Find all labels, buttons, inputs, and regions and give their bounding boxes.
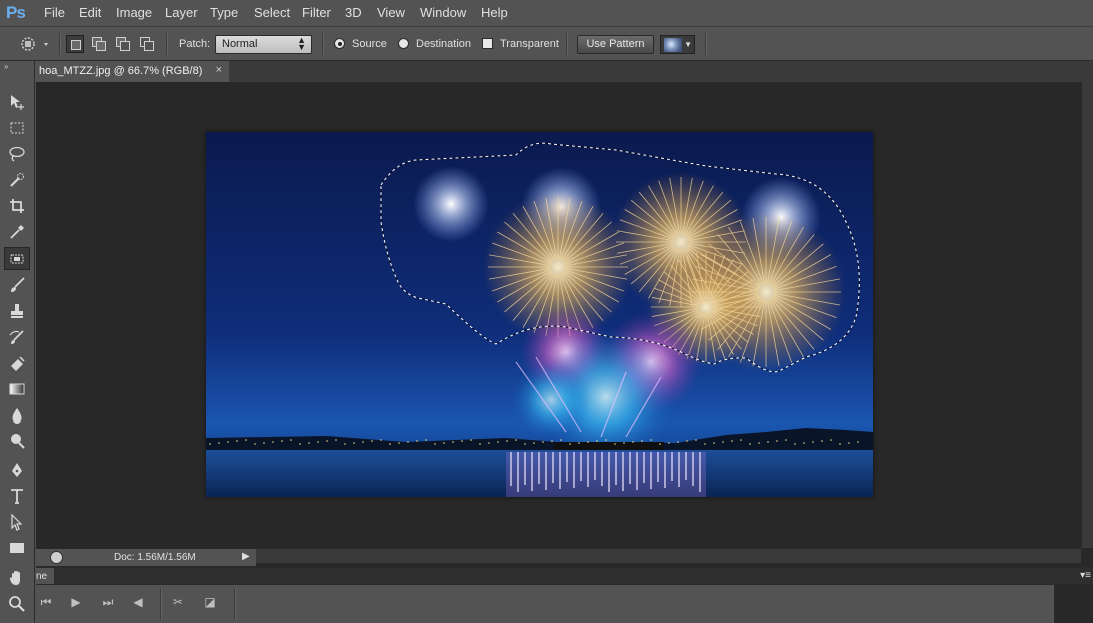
menu-window[interactable]: Window (420, 5, 466, 20)
pattern-thumbnail (664, 38, 682, 52)
destination-label: Destination (416, 38, 472, 50)
close-icon[interactable]: × (216, 64, 222, 76)
crop-tool-icon[interactable] (4, 194, 30, 217)
quick-selection-tool-icon[interactable] (4, 168, 30, 191)
play-icon[interactable]: ▶ (68, 595, 84, 611)
vertical-scrollbar[interactable] (1081, 82, 1093, 548)
subtract-selection-icon-b (120, 41, 130, 51)
horizontal-scrollbar[interactable] (256, 549, 1081, 563)
separator (234, 589, 236, 619)
separator (160, 589, 162, 619)
menu-3d[interactable]: 3D (345, 5, 362, 20)
destination-radio[interactable] (398, 38, 409, 49)
timeline-tab-label[interactable]: ne (36, 571, 47, 582)
menu-bar: Ps File Edit Image Layer Type Select Fil… (0, 0, 1093, 26)
doc-size-readout[interactable]: Doc: 1.56M/1.56M (114, 552, 196, 563)
menu-select[interactable]: Select (254, 5, 290, 20)
tools-panel: » (0, 61, 35, 623)
source-radio[interactable] (334, 38, 345, 49)
options-bar: Patch: Normal ▲ ▼ Source Destination Tran… (0, 26, 1093, 61)
stepper-arrows-icon: ▲ ▼ (297, 35, 306, 52)
separator (322, 33, 324, 55)
timeline-panel-header: ne ▾≡ (36, 567, 1093, 585)
timeline-track-area[interactable] (1054, 585, 1093, 623)
pattern-picker[interactable]: ▼ (660, 35, 695, 54)
menu-edit[interactable]: Edit (79, 5, 101, 20)
status-bar: Doc: 1.56M/1.56M ▶ (36, 549, 256, 566)
move-tool-icon[interactable] (4, 90, 30, 113)
separator (59, 33, 61, 55)
transparent-checkbox[interactable] (482, 38, 493, 49)
clone-stamp-tool-icon[interactable] (4, 299, 30, 322)
menu-file[interactable]: File (44, 5, 65, 20)
separator (705, 33, 707, 55)
timer-icon[interactable] (50, 551, 63, 564)
menu-image[interactable]: Image (116, 5, 152, 20)
menu-help[interactable]: Help (481, 5, 508, 20)
add-selection-icon-b (96, 41, 106, 51)
zoom-tool-icon[interactable] (4, 592, 30, 615)
document-tab-title: hoa_MTZZ.jpg @ 66.7% (RGB/8) (39, 65, 203, 77)
history-brush-tool-icon[interactable] (4, 325, 30, 348)
source-label: Source (352, 38, 387, 50)
transition-icon[interactable]: ◪ (202, 595, 218, 611)
menu-filter[interactable]: Filter (302, 5, 331, 20)
rectangle-tool-icon[interactable] (4, 536, 30, 559)
separator (166, 33, 168, 55)
eraser-tool-icon[interactable] (4, 351, 30, 374)
app-logo: Ps (6, 3, 26, 22)
hand-tool-icon[interactable] (4, 566, 30, 589)
timeline-panel: ⏮ ▶ ⏭ ◀ ✂ ◪ (36, 585, 1093, 623)
pen-tool-icon[interactable] (4, 458, 30, 481)
document-tab[interactable]: hoa_MTZZ.jpg @ 66.7% (RGB/8) × (36, 61, 230, 82)
add-to-selection-button[interactable] (90, 35, 108, 53)
dodge-tool-icon[interactable] (4, 429, 30, 452)
timeline-header-bar (54, 568, 1093, 584)
lasso-tool-icon[interactable] (4, 142, 30, 165)
new-selection-button[interactable] (66, 35, 84, 53)
patch-mode-select[interactable]: Normal ▲ ▼ (215, 35, 312, 54)
patch-label: Patch: (179, 38, 211, 50)
fireworks-image (206, 132, 873, 497)
next-frame-icon[interactable]: ⏭ (100, 595, 116, 611)
path-selection-tool-icon[interactable] (4, 510, 30, 533)
chevron-down-icon: ▼ (684, 40, 692, 49)
document-image[interactable] (206, 132, 873, 497)
panel-menu-icon[interactable]: ▾≡ (1080, 570, 1091, 581)
marquee-tool-icon[interactable] (4, 116, 30, 139)
panel-collapse-icon[interactable]: » (4, 62, 8, 71)
intersect-selection-icon-b (144, 41, 154, 51)
use-pattern-button[interactable]: Use Pattern (577, 35, 654, 54)
go-to-first-frame-icon[interactable]: ⏮ (38, 595, 54, 611)
intersect-selection-button[interactable] (138, 35, 156, 53)
subtract-from-selection-button[interactable] (114, 35, 132, 53)
menu-layer[interactable]: Layer (165, 5, 198, 20)
menu-type[interactable]: Type (210, 5, 238, 20)
patch-tool-preset-icon[interactable] (18, 34, 52, 54)
blur-tool-icon[interactable] (4, 403, 30, 426)
status-menu-arrow-icon[interactable]: ▶ (242, 551, 250, 562)
patch-mode-value: Normal (222, 38, 258, 50)
audio-icon[interactable]: ◀ (130, 595, 146, 611)
document-tab-strip (230, 61, 1093, 82)
gradient-tool-icon[interactable] (4, 377, 30, 400)
split-scissors-icon[interactable]: ✂ (170, 595, 186, 611)
menu-view[interactable]: View (377, 5, 405, 20)
type-tool-icon[interactable] (4, 484, 30, 507)
new-selection-icon (71, 40, 81, 50)
separator (566, 33, 568, 55)
eyedropper-tool-icon[interactable] (4, 220, 30, 243)
transparent-label: Transparent (500, 38, 559, 50)
brush-tool-icon[interactable] (4, 273, 30, 296)
patch-tool-icon[interactable] (4, 247, 30, 270)
